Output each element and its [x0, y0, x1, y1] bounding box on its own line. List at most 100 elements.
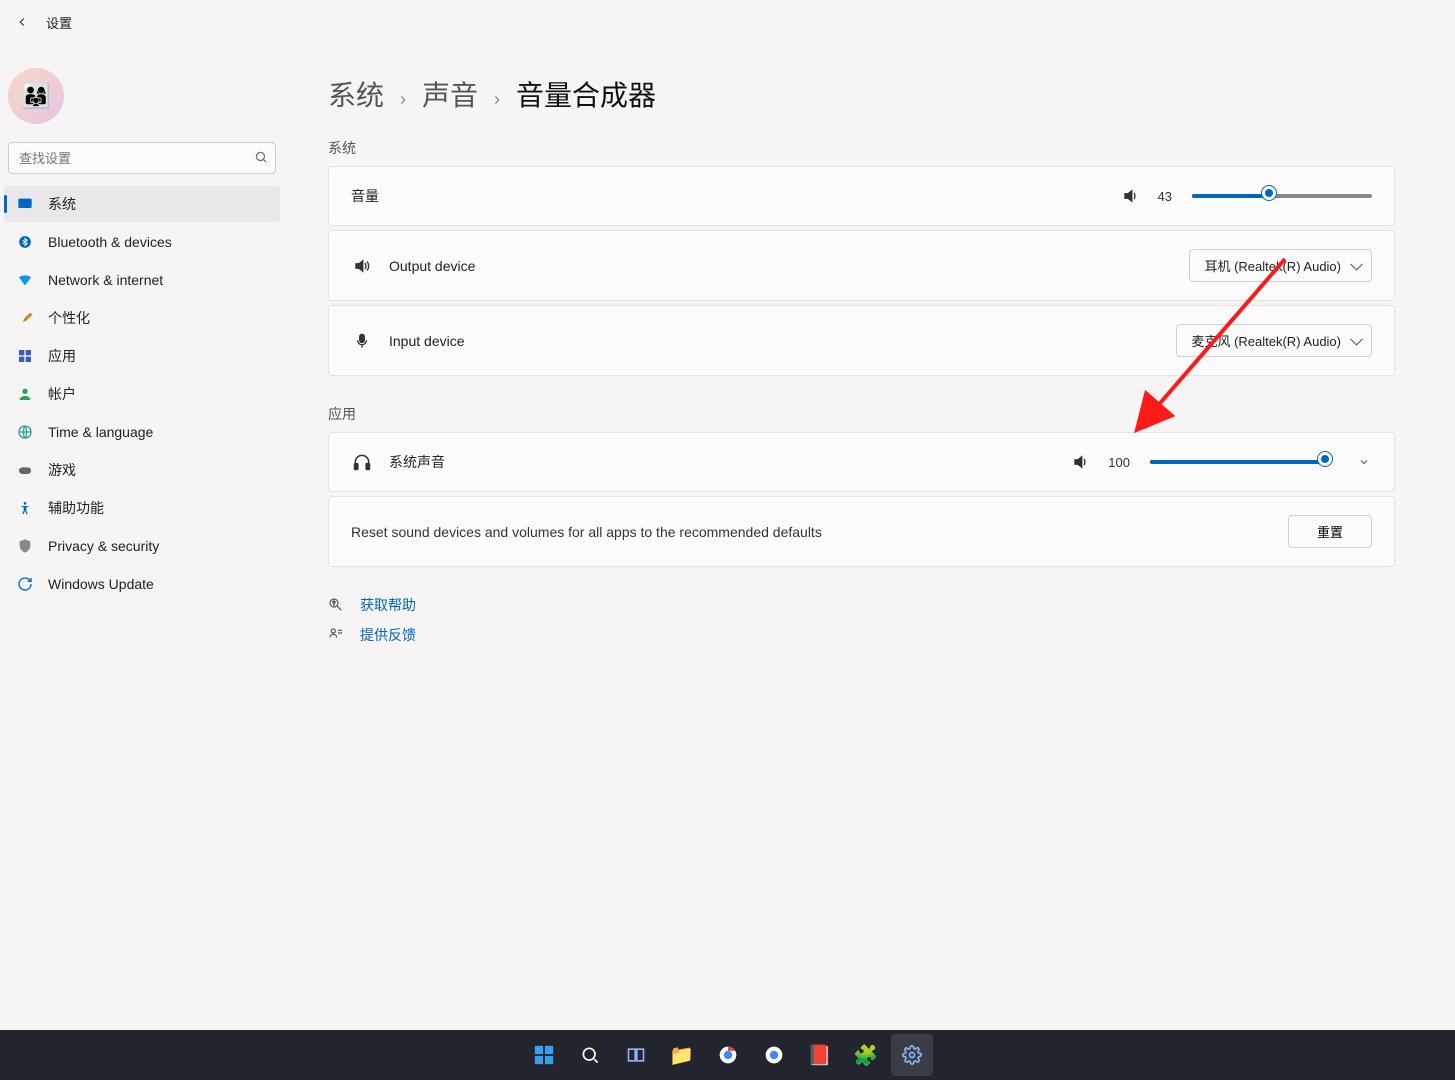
app-icon: 🧩 [853, 1043, 878, 1068]
nav-label: Windows Update [48, 576, 154, 592]
system-sounds-slider[interactable] [1150, 460, 1330, 464]
help-label: 获取帮助 [360, 595, 416, 615]
folder-icon: 📁 [669, 1043, 694, 1068]
breadcrumb-system[interactable]: 系统 [328, 74, 384, 114]
taskbar-taskview[interactable] [615, 1034, 657, 1076]
headphones-icon [351, 452, 373, 472]
output-device-dropdown[interactable]: 耳机 (Realtek(R) Audio) [1189, 249, 1372, 282]
nav-label: 辅助功能 [48, 498, 104, 518]
search-icon [254, 150, 268, 164]
input-label: Input device [389, 333, 465, 349]
accessibility-icon [16, 500, 34, 516]
nav-item-apps[interactable]: 应用 [4, 338, 280, 374]
gear-icon [902, 1045, 922, 1065]
input-selected: 麦克风 (Realtek(R) Audio) [1191, 331, 1341, 350]
feedback-link[interactable]: 提供反馈 [328, 625, 1395, 645]
apps-cards: 系统声音 100 Reset sound devices and volumes… [328, 432, 1395, 567]
window-title: 设置 [46, 13, 72, 32]
gamepad-icon [16, 462, 34, 478]
svg-text:?: ? [332, 601, 335, 607]
reset-text: Reset sound devices and volumes for all … [351, 524, 822, 540]
avatar-image: 👨‍👩‍👧 [8, 68, 64, 124]
taskbar-chrome-2[interactable] [753, 1034, 795, 1076]
feedback-icon [328, 627, 346, 643]
reset-button[interactable]: 重置 [1288, 515, 1372, 548]
nav-label: 系统 [48, 194, 76, 214]
input-device-dropdown[interactable]: 麦克风 (Realtek(R) Audio) [1176, 324, 1372, 357]
chevron-down-icon [1358, 456, 1370, 468]
nav-label: Time & language [48, 424, 153, 440]
volume-label: 音量 [351, 186, 379, 206]
section-title-apps: 应用 [328, 404, 1395, 424]
update-icon [16, 576, 34, 592]
nav-item-accessibility[interactable]: 辅助功能 [4, 490, 280, 526]
section-title-system: 系统 [328, 138, 1395, 158]
speaker-icon[interactable] [1120, 187, 1142, 205]
nav-label: 游戏 [48, 460, 76, 480]
brush-icon [16, 310, 34, 326]
card-system-sounds: 系统声音 100 [328, 432, 1395, 492]
chevron-right-icon: › [494, 89, 500, 110]
nav-item-update[interactable]: Windows Update [4, 566, 280, 602]
taskbar-start[interactable] [523, 1034, 565, 1076]
taskbar: 📁 📕 🧩 [0, 1030, 1455, 1080]
display-icon [16, 196, 34, 212]
breadcrumb: 系统 › 声音 › 音量合成器 [328, 74, 1395, 114]
card-input-device: Input device 麦克风 (Realtek(R) Audio) [328, 305, 1395, 376]
card-reset: Reset sound devices and volumes for all … [328, 496, 1395, 567]
taskbar-explorer[interactable]: 📁 [661, 1034, 703, 1076]
nav-label: Network & internet [48, 272, 163, 288]
title-bar: 设置 [0, 0, 1455, 44]
help-links: ? 获取帮助 提供反馈 [328, 595, 1395, 645]
back-button[interactable] [8, 8, 36, 36]
breadcrumb-sound[interactable]: 声音 [422, 74, 478, 114]
volume-slider[interactable] [1192, 194, 1372, 198]
user-avatar-block[interactable]: 👨‍👩‍👧 [0, 52, 284, 138]
wifi-icon [16, 272, 34, 288]
search-box[interactable] [8, 142, 276, 174]
system-cards: 音量 43 Output device 耳机 (Realtek(R) Audio… [328, 166, 1395, 376]
taskbar-search[interactable] [569, 1034, 611, 1076]
nav-item-privacy[interactable]: Privacy & security [4, 528, 280, 564]
nav-item-bluetooth[interactable]: Bluetooth & devices [4, 224, 280, 260]
app-icon: 📕 [807, 1043, 832, 1068]
nav-item-personalize[interactable]: 个性化 [4, 300, 280, 336]
nav-item-network[interactable]: Network & internet [4, 262, 280, 298]
feedback-label: 提供反馈 [360, 625, 416, 645]
nav-label: Bluetooth & devices [48, 234, 172, 250]
nav-item-system[interactable]: 系统 [4, 186, 280, 222]
card-volume: 音量 43 [328, 166, 1395, 226]
nav-item-accounts[interactable]: 帐户 [4, 376, 280, 412]
nav-item-time[interactable]: Time & language [4, 414, 280, 450]
nav-label: 应用 [48, 346, 76, 366]
chevron-right-icon: › [400, 89, 406, 110]
person-icon [16, 386, 34, 402]
main-content: 系统 › 声音 › 音量合成器 系统 音量 43 Output device [300, 44, 1455, 1030]
search-input[interactable] [8, 142, 276, 174]
get-help-link[interactable]: ? 获取帮助 [328, 595, 1395, 615]
nav-label: 帐户 [48, 384, 76, 404]
breadcrumb-current: 音量合成器 [516, 74, 656, 114]
globe-icon [16, 424, 34, 440]
expand-chevron[interactable] [1356, 454, 1372, 470]
help-icon: ? [328, 597, 346, 613]
nav-label: Privacy & security [48, 538, 159, 554]
output-selected: 耳机 (Realtek(R) Audio) [1204, 256, 1341, 275]
shield-icon [16, 538, 34, 554]
taskbar-settings[interactable] [891, 1034, 933, 1076]
taskbar-chrome[interactable] [707, 1034, 749, 1076]
nav-list: 系统 Bluetooth & devices Network & interne… [0, 186, 284, 602]
nav-item-gaming[interactable]: 游戏 [4, 452, 280, 488]
output-label: Output device [389, 258, 475, 274]
bluetooth-icon [16, 235, 34, 249]
taskbar-app-2[interactable]: 🧩 [845, 1034, 887, 1076]
card-output-device: Output device 耳机 (Realtek(R) Audio) [328, 230, 1395, 301]
volume-value: 43 [1158, 189, 1172, 204]
apps-icon [16, 348, 34, 364]
taskbar-app-1[interactable]: 📕 [799, 1034, 841, 1076]
microphone-icon [351, 332, 373, 350]
arrow-left-icon [15, 15, 29, 29]
nav-label: 个性化 [48, 308, 90, 328]
speaker-icon[interactable] [1070, 453, 1092, 471]
system-sounds-label: 系统声音 [389, 452, 445, 472]
